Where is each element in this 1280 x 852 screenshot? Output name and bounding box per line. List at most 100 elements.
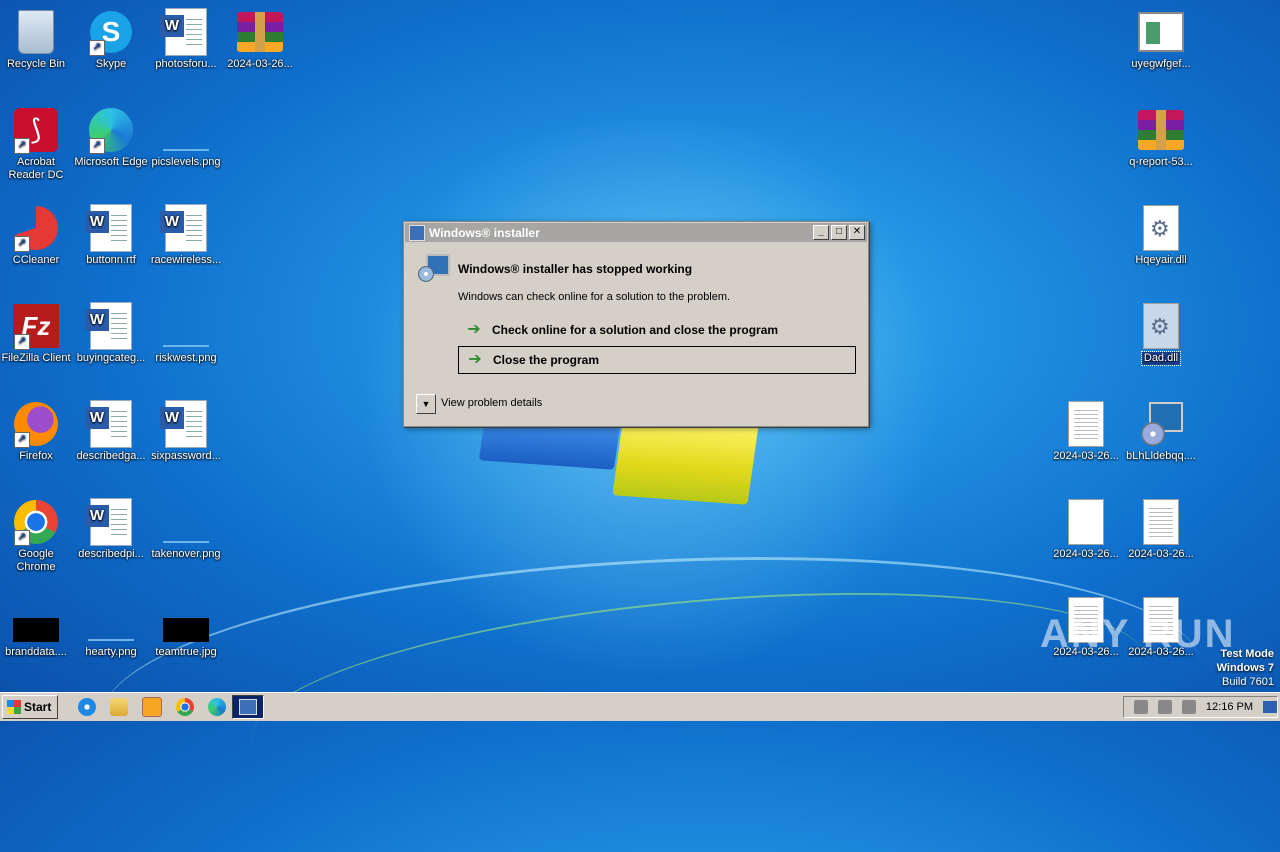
desktop-icon-label: 2024-03-26... — [1053, 450, 1119, 462]
word-document-icon — [85, 498, 132, 546]
desktop-icon-label: CCleaner — [12, 254, 60, 266]
taskbar: Start 12:16 PM — [0, 692, 1280, 721]
desktop-icon-label: branddata.... — [5, 646, 67, 658]
desktop-icon-label: Google Chrome — [16, 548, 56, 573]
clock[interactable]: 12:16 PM — [1206, 701, 1253, 713]
word-document-icon — [160, 400, 207, 448]
desktop-icon-hqeyair[interactable]: Hqeyair.dll — [1123, 204, 1199, 267]
shortcut-arrow-icon: ↗ — [14, 334, 30, 350]
windows-logo-icon — [7, 700, 21, 714]
quick-launch — [78, 697, 227, 717]
shortcut-arrow-icon: ↗ — [14, 236, 30, 252]
start-label: Start — [24, 700, 52, 714]
desktop-icon-file[interactable]: 2024-03-26... — [1048, 400, 1124, 463]
close-program-option[interactable]: ➔ Close the program — [458, 346, 856, 374]
test-mode-line: Test Mode — [1220, 648, 1274, 660]
desktop-icon-label: Hqeyair.dll — [1135, 254, 1187, 266]
desktop-icon-filezilla[interactable]: Fz ↗ FileZilla Client — [0, 302, 74, 365]
desktop-icon-label: buttonn.rtf — [86, 254, 136, 266]
desktop-icon-chrome[interactable]: ↗ Google Chrome — [0, 498, 74, 574]
test-mode-notice: Test Mode Windows 7 Build 7601 — [1217, 647, 1274, 689]
word-document-icon — [85, 204, 132, 252]
desktop-icon-label: hearty.png — [85, 646, 137, 658]
word-document-icon — [85, 400, 132, 448]
desktop-icon-racewireless[interactable]: racewireless... — [148, 204, 224, 267]
taskbar-item-installer[interactable] — [232, 695, 265, 719]
network-icon[interactable] — [1157, 700, 1172, 714]
desktop-icon-sixpassword[interactable]: sixpassword... — [148, 400, 224, 463]
image-thumbnail-icon — [163, 149, 209, 151]
minimize-button[interactable]: _ — [813, 225, 829, 240]
desktop-icon-picslevels[interactable]: picslevels.png — [148, 106, 224, 169]
edge-icon[interactable] — [208, 698, 227, 716]
desktop-icon-firefox[interactable]: ↗ Firefox — [0, 400, 74, 463]
desktop-icon-buyingcateg[interactable]: buyingcateg... — [73, 302, 149, 365]
anyrun-watermark: ANY RUN — [1040, 612, 1236, 656]
desktop-icon-label: 2024-03-26... — [1128, 548, 1194, 560]
media-player-icon[interactable] — [142, 697, 163, 717]
close-button[interactable]: ✕ — [849, 225, 865, 240]
desktop-icon-edge[interactable]: ↗ Microsoft Edge — [73, 106, 149, 169]
desktop-icon-label: picslevels.png — [151, 156, 221, 168]
chrome-icon[interactable] — [176, 698, 195, 716]
desktop-icon-label: sixpassword... — [151, 450, 221, 462]
desktop-icon-riskwest[interactable]: riskwest.png — [148, 302, 224, 365]
desktop-icon-label: bLhLldebqq.... — [1126, 450, 1196, 462]
system-tray: 12:16 PM — [1122, 696, 1278, 718]
desktop-icon-uyegwfgef[interactable]: uyegwfgef... — [1123, 8, 1199, 71]
desktop-icon-file[interactable]: 2024-03-26... — [1123, 498, 1199, 561]
desktop-icon-label: takenover.png — [151, 548, 221, 560]
dll-file-icon — [1143, 303, 1179, 349]
desktop-icon-photosforu[interactable]: photosforu... — [148, 8, 224, 71]
installer-icon — [1141, 402, 1183, 446]
dll-file-icon — [1143, 205, 1179, 251]
desktop-icon-label: photosforu... — [155, 58, 217, 70]
desktop-icon-label: 2024-03-26... — [227, 58, 293, 70]
desktop-icon-teamtrue[interactable]: teamtrue.jpg — [148, 596, 224, 659]
desktop-icon-buttonn[interactable]: buttonn.rtf — [73, 204, 149, 267]
green-arrow-icon: ➔ — [468, 351, 482, 368]
desktop-icon-label: uyegwfgef... — [1131, 58, 1191, 70]
desktop-icon-label: 2024-03-26... — [1053, 548, 1119, 560]
shortcut-arrow-icon: ↗ — [14, 530, 30, 546]
volume-icon[interactable] — [1133, 700, 1148, 714]
desktop-icon-label: racewireless... — [150, 254, 222, 266]
flag-icon[interactable] — [1181, 700, 1196, 714]
error-dialog: Windows® installer _ □ ✕ Windows® instal… — [403, 221, 869, 427]
desktop-icon-file[interactable]: 2024-03-26... — [1048, 498, 1124, 561]
desktop-icon-blhlldebqq[interactable]: bLhLldebqq.... — [1123, 400, 1199, 463]
shortcut-arrow-icon: ↗ — [14, 432, 30, 448]
word-document-icon — [160, 8, 207, 56]
text-file-icon — [1143, 499, 1179, 545]
desktop-icon-label: buyingcateg... — [76, 352, 146, 364]
desktop-icon-recycle-bin[interactable]: Recycle Bin — [0, 8, 74, 71]
desktop-icon-dad-dll[interactable]: Dad.dll — [1123, 302, 1199, 366]
installer-icon — [409, 224, 425, 241]
internet-explorer-icon[interactable] — [78, 698, 97, 716]
chevron-down-icon[interactable]: ▼ — [416, 394, 436, 414]
dialog-titlebar[interactable]: Windows® installer _ □ ✕ — [405, 223, 867, 242]
word-document-icon — [160, 204, 207, 252]
desktop-icon-describedga[interactable]: describedga... — [73, 400, 149, 463]
maximize-button[interactable]: □ — [831, 225, 847, 240]
desktop-icon-label: FileZilla Client — [1, 352, 71, 364]
installer-icon — [416, 254, 450, 284]
desktop-icon-archive[interactable]: 2024-03-26... — [222, 8, 298, 71]
desktop-icon-skype[interactable]: S ↗ Skype — [73, 8, 149, 71]
desktop-icon-ccleaner[interactable]: ↗ CCleaner — [0, 204, 74, 267]
text-file-icon — [1068, 401, 1104, 447]
desktop-icon-branddata[interactable]: branddata.... — [0, 596, 74, 659]
folder-icon[interactable] — [110, 698, 129, 716]
view-problem-details[interactable]: View problem details — [441, 397, 542, 409]
close-program-label: Close the program — [493, 353, 600, 367]
desktop-icon-takenover[interactable]: takenover.png — [148, 498, 224, 561]
show-desktop-button[interactable] — [1263, 701, 1277, 713]
start-button[interactable]: Start — [2, 695, 59, 719]
check-online-option[interactable]: ➔ Check online for a solution and close … — [458, 317, 854, 343]
image-thumbnail-icon — [163, 345, 209, 347]
desktop-icon-q-report[interactable]: q-report-53... — [1123, 106, 1199, 169]
desktop-icon-hearty[interactable]: hearty.png — [73, 596, 149, 659]
desktop-icon-acrobat[interactable]: ⟆ ↗ Acrobat Reader DC — [0, 106, 74, 182]
test-mode-line: Build 7601 — [1222, 676, 1274, 688]
desktop-icon-describedpi[interactable]: describedpi... — [73, 498, 149, 561]
